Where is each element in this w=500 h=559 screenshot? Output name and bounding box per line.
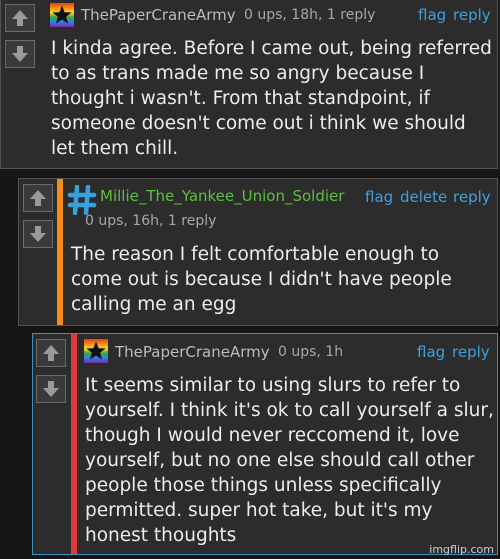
downvote-button[interactable]	[5, 40, 35, 68]
thread-accent-bar	[57, 179, 63, 325]
reply-link[interactable]: reply	[453, 188, 491, 206]
reply-link[interactable]: reply	[453, 6, 491, 24]
comment-author[interactable]: ThePaperCraneArmy	[115, 343, 270, 361]
upvote-button[interactable]	[23, 184, 53, 212]
downvote-button[interactable]	[36, 375, 66, 403]
rainbow-star-avatar-icon[interactable]	[84, 339, 108, 363]
flag-link[interactable]: flag	[365, 188, 393, 206]
comment-2: Millie_The_Yankee_Union_Soldier flag del…	[18, 178, 498, 326]
comment-body: It seems similar to using slurs to refer…	[85, 375, 494, 546]
comment-3: ThePaperCraneArmy 0 ups, 1h flag reply I…	[32, 333, 498, 555]
arrow-down-icon	[30, 226, 46, 242]
comment-author[interactable]: ThePaperCraneArmy	[81, 6, 236, 24]
arrow-up-icon	[30, 190, 46, 206]
upvote-button[interactable]	[5, 4, 35, 32]
downvote-button[interactable]	[23, 220, 53, 248]
rainbow-star-avatar-icon[interactable]	[50, 3, 74, 27]
comment-body: The reason I felt comfortable enough to …	[71, 244, 452, 315]
arrow-down-icon	[12, 46, 28, 62]
arrow-down-icon	[43, 381, 59, 397]
upvote-button[interactable]	[36, 339, 66, 367]
delete-link[interactable]: delete	[400, 188, 447, 206]
arrow-up-icon	[12, 10, 28, 26]
comment-body: I kinda agree. Before I came out, being …	[51, 38, 492, 159]
hashtag-avatar-icon[interactable]	[67, 185, 97, 215]
comment-meta: 0 ups, 1h	[278, 344, 344, 360]
comment-1: ThePaperCraneArmy 0 ups, 18h, 1 reply fl…	[0, 0, 498, 169]
thread-accent-bar	[71, 334, 77, 554]
flag-link[interactable]: flag	[418, 6, 446, 24]
comment-author[interactable]: Millie_The_Yankee_Union_Soldier	[100, 187, 344, 205]
imgflip-watermark: imgflip.com	[429, 543, 494, 556]
comment-meta: 0 ups, 16h, 1 reply	[85, 213, 217, 229]
reply-link[interactable]: reply	[452, 343, 490, 361]
comment-meta: 0 ups, 18h, 1 reply	[244, 7, 376, 23]
flag-link[interactable]: flag	[417, 343, 445, 361]
arrow-up-icon	[43, 345, 59, 361]
